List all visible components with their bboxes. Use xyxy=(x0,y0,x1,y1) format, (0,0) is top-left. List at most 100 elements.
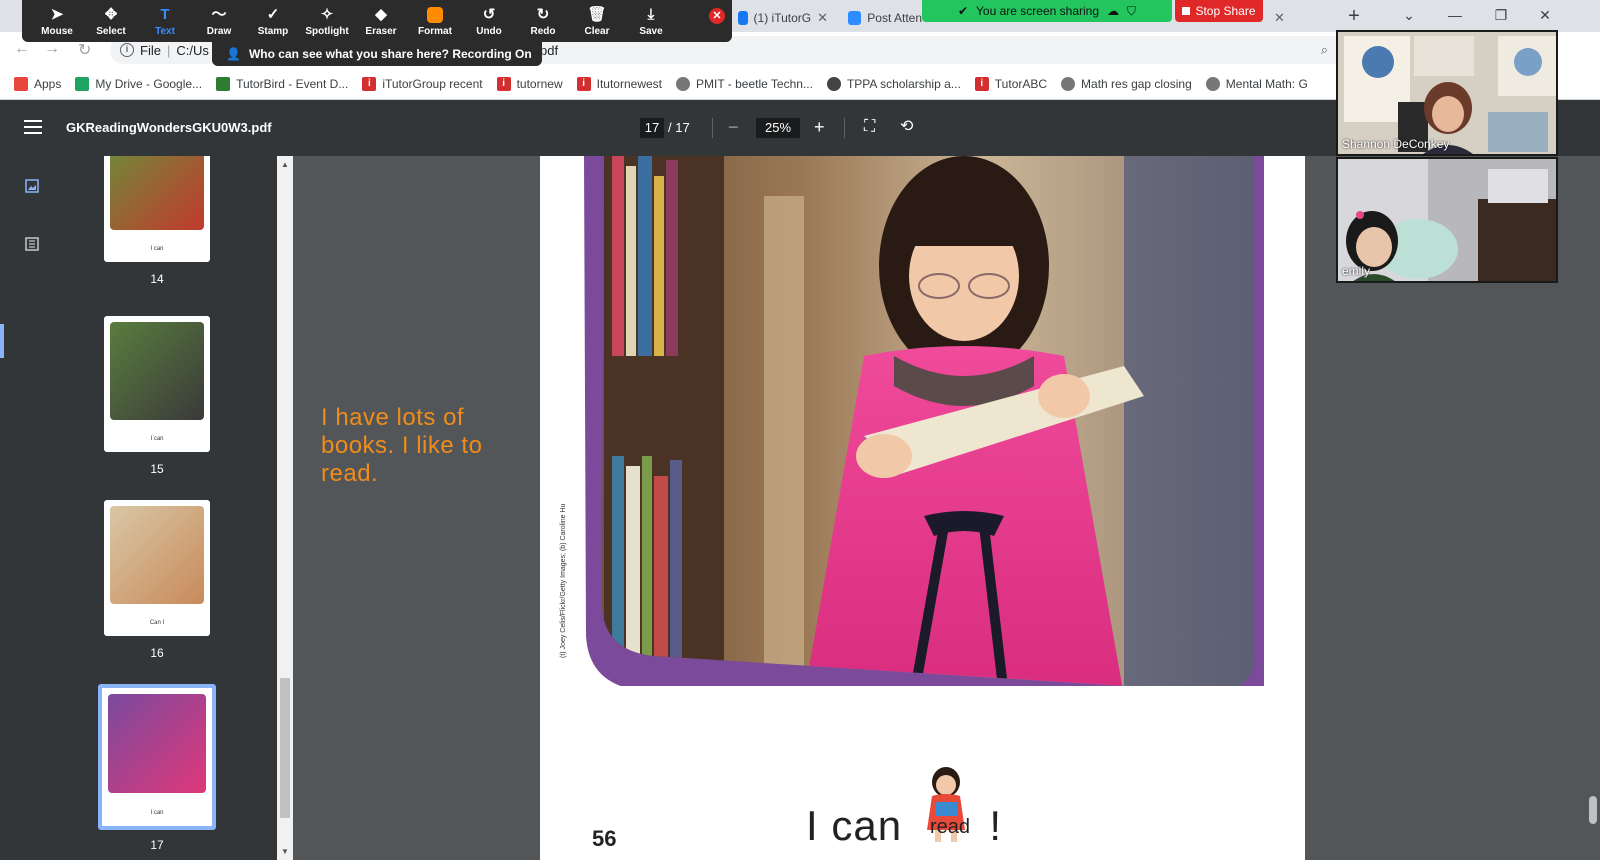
mouse-icon: ➤ xyxy=(50,6,64,23)
caption-sentence: I can ! xyxy=(806,766,1002,850)
redo-tool-button[interactable]: ↻ Redo xyxy=(516,0,570,42)
page-number-input[interactable]: 17 xyxy=(640,118,664,138)
zoom-out-icon[interactable]: − xyxy=(728,116,739,138)
bookmark-item[interactable]: TutorBird - Event D... xyxy=(216,76,349,91)
bookmark-label: Mental Math: G xyxy=(1225,76,1308,91)
bookmark-item[interactable]: My Drive - Google... xyxy=(75,76,202,91)
zoom-level-input[interactable]: 25% xyxy=(756,118,800,138)
minimize-button[interactable]: — xyxy=(1432,0,1478,30)
tab-partial[interactable]: ✕ xyxy=(1266,4,1306,32)
spotlight-tool-button[interactable]: ✧ Spotlight xyxy=(300,0,354,42)
close-window-button[interactable]: ✕ xyxy=(1522,0,1568,30)
participant-name: Shannon DeConkey xyxy=(1342,137,1450,151)
rotate-icon[interactable]: ⟲ xyxy=(900,116,913,138)
video-tile-emily[interactable]: emily xyxy=(1336,157,1558,283)
zoom-in-icon[interactable]: + xyxy=(814,116,825,138)
tool-label: Select xyxy=(96,26,126,37)
scroll-up-icon[interactable]: ▲ xyxy=(281,160,289,169)
scrollbar-thumb[interactable] xyxy=(1589,796,1597,824)
sharing-status: You are screen sharing xyxy=(976,4,1100,18)
info-icon[interactable]: i xyxy=(120,43,134,57)
tool-label: Undo xyxy=(476,26,502,37)
girl-reading-photo xyxy=(584,156,1264,686)
save-icon: ⤓ xyxy=(647,6,655,23)
bookmark-item[interactable]: i tutornew xyxy=(496,76,563,91)
bookmark-label: Math res gap closing xyxy=(1081,76,1192,91)
close-tab-icon[interactable]: ✕ xyxy=(817,10,828,26)
address-scheme: File xyxy=(140,42,161,58)
back-icon[interactable]: ← xyxy=(14,40,30,58)
bookmark-item[interactable]: Mental Math: G xyxy=(1205,76,1308,91)
participant-video xyxy=(1338,159,1556,281)
bookmark-label: Itutornewest xyxy=(596,76,662,91)
address-divider: | xyxy=(166,42,171,58)
address-extension: pdf xyxy=(540,42,559,58)
close-annotation-icon[interactable]: ✕ xyxy=(709,8,725,24)
sidebar-scrollbar[interactable]: ▲ ▼ xyxy=(277,156,293,860)
scroll-down-icon[interactable]: ▼ xyxy=(281,847,289,856)
zoom-search-icon[interactable]: ⌕ xyxy=(1321,42,1328,58)
scrollbar-thumb[interactable] xyxy=(280,678,290,818)
bookmark-item[interactable]: i Itutornewest xyxy=(576,76,662,91)
thumbnail-page-number: 14 xyxy=(150,272,164,286)
bookmark-item[interactable]: TPPA scholarship a... xyxy=(826,76,961,91)
tab-label: (1) iTutorG xyxy=(753,11,812,25)
bookmark-item[interactable]: PMIT - beetle Techn... xyxy=(676,76,813,91)
bookmark-label: TutorABC xyxy=(994,76,1048,91)
document-scrollbar[interactable] xyxy=(1586,156,1600,860)
itutor-icon: i xyxy=(974,76,989,91)
tab-post-attendance[interactable]: Post Atten xyxy=(840,4,930,32)
stop-share-label: Stop Share xyxy=(1195,4,1256,18)
bookmark-label: TutorBird - Event D... xyxy=(236,76,349,91)
draw-tool-button[interactable]: 〜 Draw xyxy=(192,0,246,42)
clear-tool-button[interactable]: 🗑 Clear xyxy=(570,0,624,42)
annotation-toolbar: ➤ Mouse ✥ Select T Text 〜 Draw ✓ Stamp ✧ Spotlight ◆… xyxy=(22,0,732,42)
eraser-tool-button[interactable]: ◆ Eraser xyxy=(354,0,408,42)
thumbnail-image xyxy=(110,156,204,230)
undo-tool-button[interactable]: ↺ Undo xyxy=(462,0,516,42)
annotation-text: I have lots of books. I like to read. xyxy=(321,404,483,487)
text-tool-button[interactable]: T Text xyxy=(138,0,192,42)
bookmark-item[interactable]: i iTutorGroup recent xyxy=(362,76,483,91)
new-tab-button[interactable]: + xyxy=(1342,5,1366,27)
page-thumbnail[interactable]: I can xyxy=(98,684,216,830)
save-tool-button[interactable]: ⤓ Save xyxy=(624,0,678,42)
bookmark-item[interactable]: Math res gap closing xyxy=(1061,76,1192,91)
fit-page-icon[interactable]: ⛶ xyxy=(864,116,875,138)
thumbnails-view-icon[interactable] xyxy=(24,178,42,194)
format-icon xyxy=(427,7,443,23)
reload-icon[interactable]: ↻ xyxy=(78,40,91,60)
bookmark-item[interactable]: Apps xyxy=(14,76,61,91)
globe-icon xyxy=(676,76,690,91)
menu-icon[interactable] xyxy=(24,120,42,134)
bookmark-item[interactable]: i TutorABC xyxy=(974,76,1048,91)
tab-search-icon[interactable]: ⌄ xyxy=(1386,0,1432,30)
recording-notice[interactable]: 👤 Who can see what you share here? Recor… xyxy=(212,42,542,66)
itutor-icon: i xyxy=(576,76,591,91)
recording-notice-text: Who can see what you share here? Recordi… xyxy=(248,47,532,61)
facebook-icon xyxy=(738,11,748,25)
forward-icon[interactable]: → xyxy=(44,40,60,58)
bookmark-label: PMIT - beetle Techn... xyxy=(696,76,813,91)
mouse-tool-button[interactable]: ➤ Mouse xyxy=(30,0,84,42)
select-tool-button[interactable]: ✥ Select xyxy=(84,0,138,42)
video-tile-shannon[interactable]: Shannon DeConkey xyxy=(1336,30,1558,156)
clear-icon: 🗑 xyxy=(587,6,607,23)
stop-share-button[interactable]: Stop Share xyxy=(1175,0,1263,22)
toolbar-divider xyxy=(712,118,713,138)
bookmark-label: iTutorGroup recent xyxy=(382,76,483,91)
page-thumbnail[interactable]: I can xyxy=(104,156,210,262)
format-tool-button[interactable]: Format xyxy=(408,0,462,42)
close-tab-icon[interactable]: ✕ xyxy=(1274,10,1285,26)
stamp-tool-button[interactable]: ✓ Stamp xyxy=(246,0,300,42)
outline-view-icon[interactable] xyxy=(24,236,42,252)
page-thumbnail[interactable]: I can xyxy=(104,316,210,452)
person-icon: 👤 xyxy=(226,47,241,61)
photo-credit: (t) Joey Celis/Flickr/Getty Images; (b) … xyxy=(560,503,567,658)
thumbnail-sidebar: I can 14 I can 15 Can I 16 I can 17 xyxy=(0,156,277,860)
page-thumbnail[interactable]: Can I xyxy=(104,500,210,636)
restore-button[interactable]: ❐ xyxy=(1478,0,1524,30)
tab-itutor[interactable]: (1) iTutorG ✕ xyxy=(730,4,836,32)
address-path: C:/Us xyxy=(176,42,209,58)
redo-icon: ↻ xyxy=(536,6,550,23)
